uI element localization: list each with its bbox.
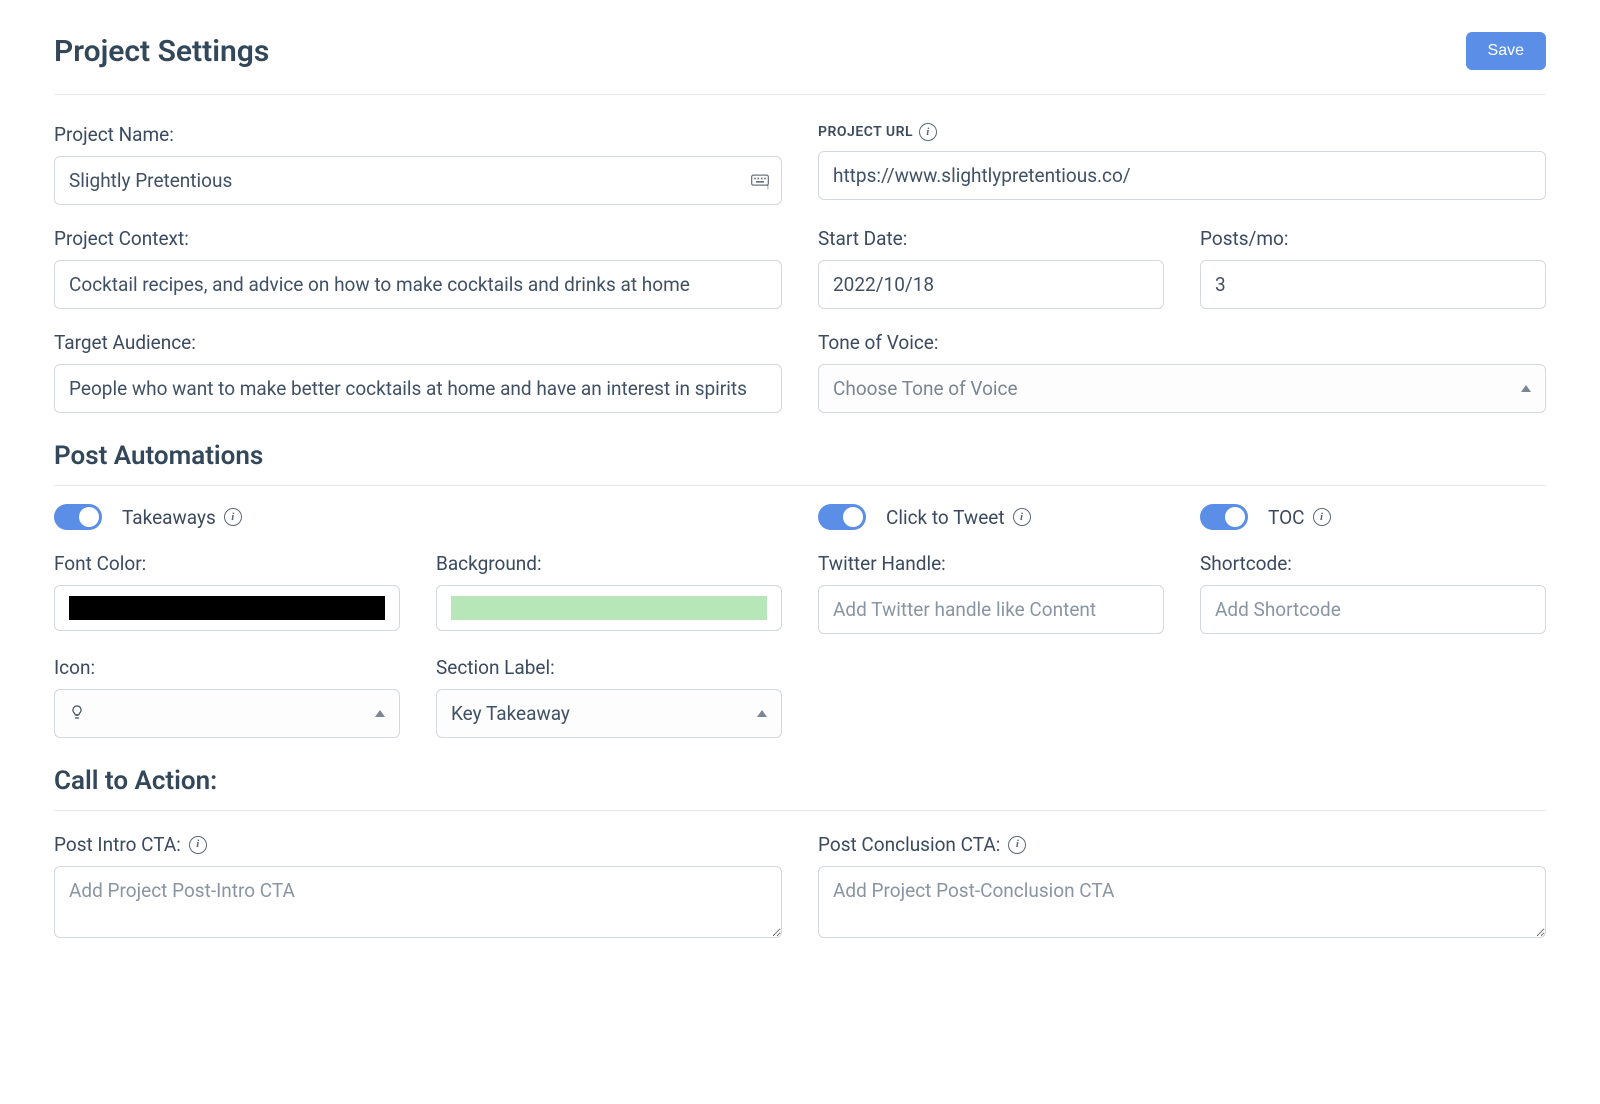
toc-label: TOC i xyxy=(1268,506,1331,529)
post-intro-cta-label: Post Intro CTA: i xyxy=(54,833,782,856)
project-url-field: PROJECT URL i xyxy=(818,123,1546,205)
posts-per-mo-field: Posts/mo: xyxy=(1200,227,1546,309)
background-color-swatch xyxy=(451,596,767,620)
automations-grid: Takeaways i Click to Tweet i TOC i Font … xyxy=(54,504,1546,738)
background-label: Background: xyxy=(436,552,782,575)
font-color-field: Font Color: xyxy=(54,552,400,631)
post-automations-heading: Post Automations xyxy=(54,441,1546,486)
background-color-picker[interactable] xyxy=(436,585,782,631)
posts-per-mo-input[interactable] xyxy=(1200,260,1546,309)
section-label-field: Section Label: Key Takeaway xyxy=(436,656,782,738)
start-date-field: Start Date: xyxy=(818,227,1164,309)
icon-field: Icon: xyxy=(54,656,400,738)
target-audience-field: Target Audience: xyxy=(54,331,782,413)
keyboard-icon: 1 xyxy=(750,171,770,191)
post-conclusion-cta-label: Post Conclusion CTA: i xyxy=(818,833,1546,856)
info-icon[interactable]: i xyxy=(919,123,937,141)
project-context-input[interactable] xyxy=(54,260,782,309)
tone-of-voice-label: Tone of Voice: xyxy=(818,331,1546,354)
chevron-up-icon xyxy=(1521,385,1531,392)
font-color-swatch xyxy=(69,596,385,620)
lightbulb-icon xyxy=(69,702,85,725)
icon-label: Icon: xyxy=(54,656,400,679)
section-label-label: Section Label: xyxy=(436,656,782,679)
twitter-handle-label: Twitter Handle: xyxy=(818,552,1164,575)
shortcode-field: Shortcode: xyxy=(1200,552,1546,634)
info-icon[interactable]: i xyxy=(224,508,242,526)
project-fields: Project Name: 1 PROJECT URL i Project Co… xyxy=(54,123,1546,413)
target-audience-input[interactable] xyxy=(54,364,782,413)
project-context-field: Project Context: xyxy=(54,227,782,309)
font-color-label: Font Color: xyxy=(54,552,400,575)
takeaways-toggle[interactable] xyxy=(54,504,102,530)
project-name-label: Project Name: xyxy=(54,123,782,146)
icon-select[interactable] xyxy=(54,689,400,738)
project-url-label: PROJECT URL i xyxy=(818,123,1546,141)
toc-toggle-row: TOC i xyxy=(1200,504,1546,530)
background-field: Background: xyxy=(436,552,782,631)
project-name-field: Project Name: 1 xyxy=(54,123,782,205)
shortcode-label: Shortcode: xyxy=(1200,552,1546,575)
post-conclusion-cta-field: Post Conclusion CTA: i xyxy=(818,833,1546,938)
toc-toggle[interactable] xyxy=(1200,504,1248,530)
post-intro-cta-field: Post Intro CTA: i xyxy=(54,833,782,938)
page-title: Project Settings xyxy=(54,34,269,69)
click-to-tweet-toggle-row: Click to Tweet i xyxy=(818,504,1164,530)
chevron-up-icon xyxy=(375,710,385,717)
info-icon[interactable]: i xyxy=(189,836,207,854)
click-to-tweet-toggle[interactable] xyxy=(818,504,866,530)
post-intro-cta-input[interactable] xyxy=(54,866,782,938)
svg-text:1: 1 xyxy=(766,183,770,191)
twitter-handle-input[interactable] xyxy=(818,585,1164,634)
date-posts-row: Start Date: Posts/mo: xyxy=(818,227,1546,309)
twitter-handle-field: Twitter Handle: xyxy=(818,552,1164,634)
takeaways-label: Takeaways i xyxy=(122,506,242,529)
takeaways-toggle-row: Takeaways i xyxy=(54,504,782,530)
project-name-input[interactable] xyxy=(54,156,782,205)
project-url-input[interactable] xyxy=(818,151,1546,200)
post-conclusion-cta-input[interactable] xyxy=(818,866,1546,938)
call-to-action-heading: Call to Action: xyxy=(54,766,1546,811)
font-color-picker[interactable] xyxy=(54,585,400,631)
start-date-label: Start Date: xyxy=(818,227,1164,250)
page-header: Project Settings Save xyxy=(54,32,1546,95)
start-date-input[interactable] xyxy=(818,260,1164,309)
click-to-tweet-label: Click to Tweet i xyxy=(886,506,1031,529)
info-icon[interactable]: i xyxy=(1008,836,1026,854)
cta-grid: Post Intro CTA: i Post Conclusion CTA: i xyxy=(54,833,1546,938)
posts-per-mo-label: Posts/mo: xyxy=(1200,227,1546,250)
section-label-select[interactable]: Key Takeaway xyxy=(436,689,782,738)
shortcode-input[interactable] xyxy=(1200,585,1546,634)
save-button[interactable]: Save xyxy=(1466,32,1546,70)
project-context-label: Project Context: xyxy=(54,227,782,250)
target-audience-label: Target Audience: xyxy=(54,331,782,354)
chevron-up-icon xyxy=(757,710,767,717)
tone-of-voice-select[interactable]: Choose Tone of Voice xyxy=(818,364,1546,413)
project-name-input-wrap: 1 xyxy=(54,156,782,205)
tone-of-voice-field: Tone of Voice: Choose Tone of Voice xyxy=(818,331,1546,413)
info-icon[interactable]: i xyxy=(1313,508,1331,526)
info-icon[interactable]: i xyxy=(1013,508,1031,526)
